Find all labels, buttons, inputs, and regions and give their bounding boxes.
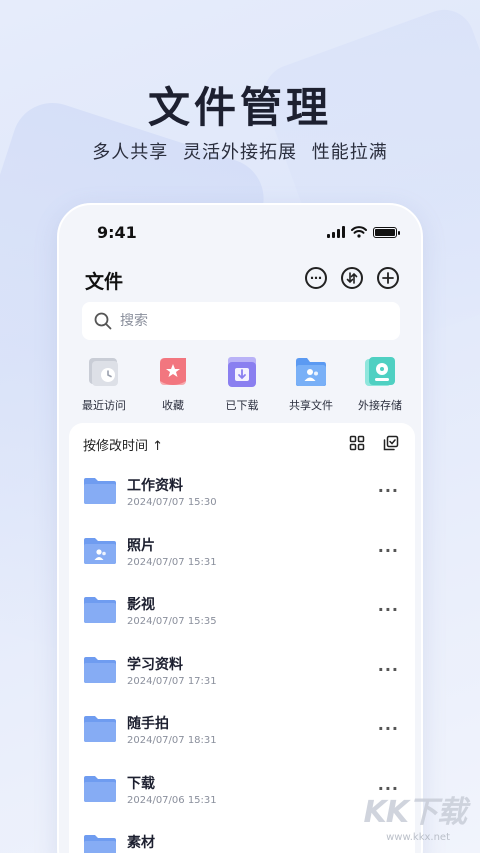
quick-item-shared[interactable]: 共享文件: [280, 355, 342, 413]
quick-item-label: 最近访问: [82, 399, 126, 412]
more-options-icon[interactable]: ···: [378, 660, 399, 679]
file-name: 影视: [127, 597, 155, 613]
file-row[interactable]: 学习资料 2024/07/07 17:31 ···: [69, 644, 415, 704]
transfer-arrows-icon: [346, 272, 358, 284]
view-buttons: [349, 435, 399, 451]
more-options-icon[interactable]: ···: [378, 481, 399, 500]
file-row[interactable]: 影视 2024/07/07 15:35 ···: [69, 584, 415, 644]
quick-item-label: 共享文件: [289, 399, 333, 412]
favorite-icon: [156, 355, 190, 389]
quick-item-label: 收藏: [162, 399, 184, 412]
grid-view-icon[interactable]: [349, 435, 365, 451]
status-time: 9:41: [97, 223, 137, 242]
wifi-icon: [351, 226, 367, 238]
file-date: 2024/07/07 18:31: [127, 735, 217, 746]
transfer-icon[interactable]: [341, 267, 363, 289]
file-row[interactable]: 工作资料 2024/07/07 15:30 ···: [69, 465, 415, 525]
shared-folder-icon: [84, 537, 116, 564]
file-date: 2024/07/07 15:35: [127, 616, 217, 627]
folder-icon: [84, 775, 116, 802]
folder-icon: [84, 835, 116, 853]
watermark-url: www.kkx.net: [386, 832, 450, 843]
add-circle-icon[interactable]: [377, 267, 399, 289]
search-box[interactable]: [82, 302, 400, 340]
folder-icon: [84, 656, 116, 683]
hero-title: 文件管理: [147, 83, 332, 132]
shared-files-icon: [294, 355, 328, 389]
file-name: 下载: [127, 775, 155, 792]
file-name: 随手拍: [127, 716, 169, 732]
quick-item-external[interactable]: 外接存储: [349, 355, 411, 413]
folder-icon: [84, 716, 116, 742]
file-date: 2024/07/07 15:30: [127, 497, 217, 508]
external-storage-icon: [363, 355, 397, 389]
quick-item-favorite[interactable]: 收藏: [142, 355, 204, 413]
file-name: 学习资料: [127, 656, 183, 673]
more-options-icon[interactable]: ···: [378, 600, 399, 619]
sort-button[interactable]: 按修改时间 ↑: [83, 435, 163, 454]
search-input[interactable]: [120, 313, 380, 329]
file-date: 2024/07/06 15:31: [127, 794, 217, 806]
quick-access-row: 最近访问 收藏 已下载 共享文件 外接存储: [73, 355, 411, 413]
app-header: 文件 ⋯: [59, 265, 421, 295]
search-icon: [94, 312, 112, 330]
watermark: KK下载 www.kkx.net: [352, 787, 472, 847]
watermark-brand: KK下载: [363, 795, 467, 830]
file-name: 素材: [127, 835, 155, 851]
status-bar: 9:41: [59, 223, 421, 245]
more-options-icon[interactable]: ···: [378, 541, 399, 560]
folder-icon: [84, 597, 116, 623]
quick-item-recent[interactable]: 最近访问: [73, 355, 135, 413]
file-name: 照片: [127, 537, 155, 554]
recent-icon: [87, 355, 121, 389]
downloaded-icon: [225, 355, 259, 389]
folder-icon: [84, 478, 116, 504]
file-row[interactable]: 照片 2024/07/07 15:31 ···: [69, 525, 415, 585]
quick-item-label: 已下载: [225, 399, 259, 412]
multi-select-icon[interactable]: [383, 435, 399, 451]
signal-icon: [327, 226, 345, 238]
file-name: 工作资料: [127, 478, 183, 494]
more-circle-icon[interactable]: ⋯: [305, 267, 327, 289]
phone-frame: 9:41 文件 ⋯ 搜索 最近访问 收藏 已下载 共享文件 外接存储 按修改时间…: [57, 203, 423, 853]
more-options-icon[interactable]: ···: [378, 719, 399, 738]
file-row[interactable]: 随手拍 2024/07/07 18:31 ···: [69, 703, 415, 763]
plus-icon: [382, 272, 394, 284]
hero-subtitle: 多人共享 灵活外接拓展 性能拉满: [92, 142, 388, 163]
quick-item-downloaded[interactable]: 已下载: [211, 355, 273, 413]
file-date: 2024/07/07 15:31: [127, 556, 217, 568]
quick-item-label: 外接存储: [358, 399, 402, 412]
status-icons: [327, 226, 400, 238]
app-title: 文件: [85, 271, 124, 293]
battery-icon: [373, 226, 400, 238]
file-date: 2024/07/07 17:31: [127, 675, 217, 687]
